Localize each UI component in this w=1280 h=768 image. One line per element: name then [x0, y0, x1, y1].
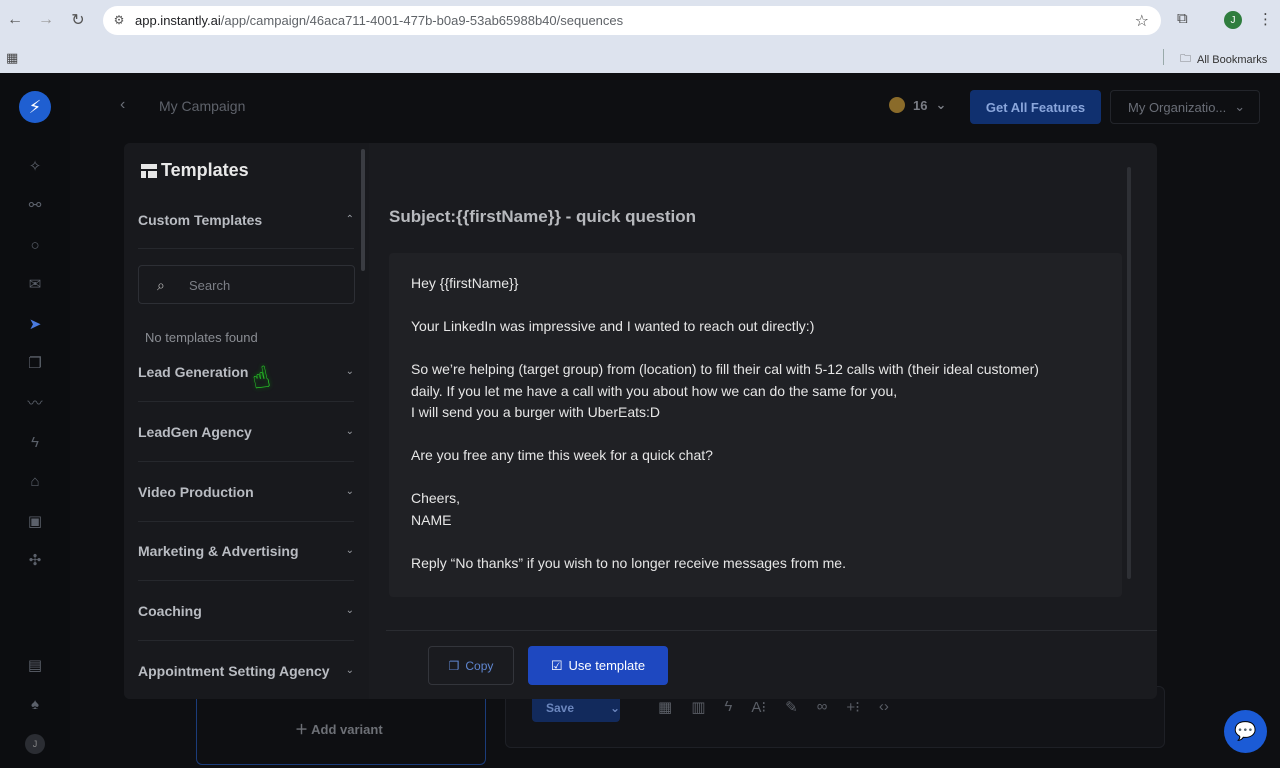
credits-dropdown[interactable]: 16 ⌄	[889, 97, 946, 113]
extensions-icon[interactable]: ⧉	[1177, 10, 1188, 27]
preview-scrollbar[interactable]	[1127, 167, 1131, 579]
editor-toolbar: ▦ ▥ ϟ A⁝ ✎ ∞ +⁝ ‹›	[658, 698, 889, 716]
calendar-icon[interactable]: ▦	[658, 698, 672, 716]
sidebar-scrollbar[interactable]	[361, 149, 365, 271]
layout-icon[interactable]: ▥	[691, 698, 705, 716]
template-body: Hey {{firstName}} Your LinkedIn was impr…	[389, 253, 1122, 597]
app-area: ⚡ ✧ ⚯ ○ ✉ ➤ ❐ 〰 ϟ ⌂ ▣ ✣ ▤ ♠ J ‹ My Campa…	[0, 73, 1280, 768]
divider	[1163, 49, 1164, 65]
templates-sidebar: Templates Custom Templates ⌃ ⌕ No templa…	[124, 143, 369, 699]
checkbox-icon: ☑	[550, 657, 563, 673]
organization-dropdown[interactable]: My Organizatio... ⌄	[1110, 90, 1260, 124]
search-input[interactable]	[189, 275, 339, 295]
add-variant-button[interactable]: ＋ Add variant	[295, 719, 383, 738]
sparkle-icon[interactable]: ✧	[25, 156, 45, 176]
inbox-icon[interactable]: ▣	[25, 511, 45, 531]
chevron-down-icon: ⌄	[345, 486, 354, 497]
mail-icon[interactable]: ✉	[25, 274, 45, 294]
body-line: Reply “No thanks” if you wish to no long…	[411, 555, 846, 571]
category-marketing-advertising[interactable]: Marketing & Advertising ⌄	[138, 521, 354, 581]
copy-icon[interactable]: ❐	[25, 353, 45, 373]
plus-icon: ＋	[295, 722, 312, 737]
template-preview: Subject:{{firstName}} - quick question H…	[386, 143, 1157, 699]
use-template-button[interactable]: ☑ Use template	[528, 646, 668, 685]
search-icon[interactable]: ○	[25, 235, 45, 255]
folder-icon: 🗀	[1180, 53, 1191, 65]
notification-bell-icon[interactable]: ♠	[25, 694, 45, 714]
lightning-icon[interactable]: ϟ	[724, 698, 732, 716]
analytics-icon[interactable]: 〰	[25, 392, 45, 412]
get-all-features-button[interactable]: Get All Features	[970, 90, 1101, 124]
lightning-logo-icon[interactable]: ⚡	[19, 91, 51, 123]
templates-modal: Templates Custom Templates ⌃ ⌕ No templa…	[124, 143, 1157, 699]
category-lead-generation[interactable]: Lead Generation ⌄	[138, 342, 354, 402]
forward-arrow-icon[interactable]: →	[36, 10, 56, 30]
more-menu-icon[interactable]: ⋮	[1258, 10, 1273, 28]
chevron-down-icon: ⌄	[1234, 99, 1246, 114]
body-line: Cheers,	[411, 490, 461, 506]
workflow-icon[interactable]: ⚯	[25, 195, 45, 215]
code-icon[interactable]: ‹›	[879, 698, 889, 716]
browser-chrome: ← → ↻ ⚙ app.instantly.ai/app/campaign/46…	[0, 0, 1280, 73]
body-line: daily. If you let me have a call with yo…	[411, 383, 898, 399]
coin-icon	[889, 97, 905, 113]
clean-icon[interactable]: ✎	[785, 698, 798, 716]
left-sidebar: ⚡ ✧ ⚯ ○ ✉ ➤ ❐ 〰 ϟ ⌂ ▣ ✣ ▤ ♠ J	[0, 73, 70, 768]
back-arrow-icon[interactable]: ←	[5, 10, 25, 30]
template-subject: Subject:{{firstName}} - quick question	[389, 207, 697, 226]
chevron-down-icon: ⌄	[935, 97, 947, 112]
chevron-down-icon: ⌄	[345, 366, 354, 377]
search-icon: ⌕	[157, 277, 165, 293]
rocket-icon[interactable]: ⌂	[25, 471, 45, 491]
integrations-icon[interactable]: ✣	[25, 550, 45, 570]
footer-divider	[386, 630, 1157, 631]
insert-variable-icon[interactable]: +⁝	[846, 698, 860, 716]
user-avatar[interactable]: J	[25, 734, 45, 754]
chevron-up-icon: ⌃	[345, 214, 354, 225]
chevron-down-icon: ⌄	[610, 701, 621, 715]
url-text: app.instantly.ai/app/campaign/46aca711-4…	[135, 13, 624, 28]
copy-icon: ❐	[448, 658, 460, 673]
templates-heading: Templates	[141, 160, 249, 181]
profile-avatar[interactable]: J	[1224, 11, 1242, 29]
category-leadgen-agency[interactable]: LeadGen Agency ⌄	[138, 402, 354, 462]
body-line: Your LinkedIn was impressive and I wante…	[411, 318, 815, 334]
copy-button[interactable]: ❐ Copy	[428, 646, 514, 685]
text-style-icon[interactable]: A⁝	[751, 698, 766, 716]
body-line: I will send you a burger with UberEats:D	[411, 404, 660, 420]
body-line: NAME	[411, 512, 452, 528]
feedback-icon[interactable]: ▤	[25, 655, 45, 675]
send-icon[interactable]: ➤	[25, 314, 45, 334]
link-icon[interactable]: ∞	[817, 698, 828, 716]
body-line: Are you free any time this week for a qu…	[411, 447, 713, 463]
chat-support-icon[interactable]: 💬	[1224, 710, 1267, 753]
site-settings-icon[interactable]: ⚙	[111, 12, 127, 28]
chevron-down-icon: ⌄	[345, 545, 354, 556]
address-bar[interactable]: ⚙ app.instantly.ai/app/campaign/46aca711…	[103, 6, 1161, 35]
bookmarks-bar: ▦ 🗀 All Bookmarks	[0, 44, 1280, 72]
templates-icon	[141, 163, 157, 178]
back-chevron-icon[interactable]: ‹	[120, 96, 125, 114]
chevron-down-icon: ⌄	[345, 426, 354, 437]
category-video-production[interactable]: Video Production ⌄	[138, 462, 354, 522]
body-line: So we’re helping (target group) from (lo…	[411, 361, 1039, 377]
reload-icon[interactable]: ↻	[68, 10, 88, 30]
all-bookmarks-button[interactable]: 🗀 All Bookmarks	[1180, 50, 1267, 69]
bolt-icon[interactable]: ϟ	[25, 432, 45, 452]
campaign-title: My Campaign	[159, 98, 246, 114]
category-appointment-setting-agency[interactable]: Appointment Setting Agency ⌄	[138, 641, 354, 699]
bookmark-star-icon[interactable]: ☆	[1135, 11, 1149, 31]
apps-grid-icon[interactable]: ▦	[6, 50, 18, 66]
template-search: ⌕	[138, 265, 355, 304]
category-coaching[interactable]: Coaching ⌄	[138, 581, 354, 641]
body-line: Hey {{firstName}}	[411, 275, 519, 291]
category-custom-templates[interactable]: Custom Templates ⌃	[138, 190, 354, 249]
chevron-down-icon: ⌄	[345, 665, 354, 676]
chevron-down-icon: ⌄	[345, 605, 354, 616]
